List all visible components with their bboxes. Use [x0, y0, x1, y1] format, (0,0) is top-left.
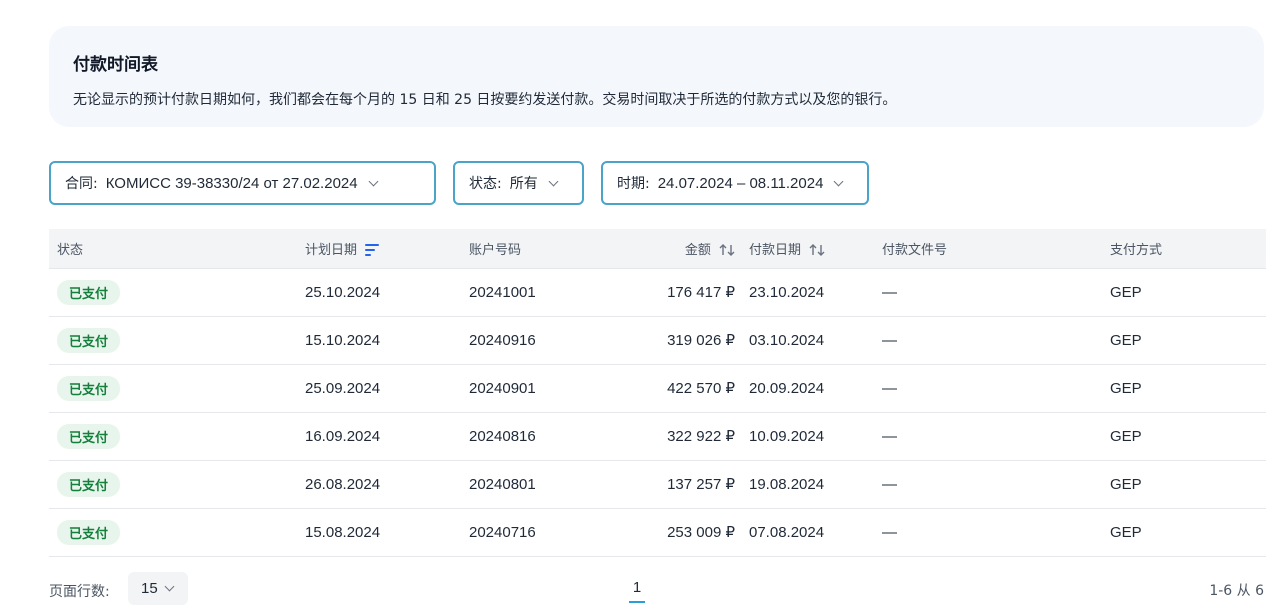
contract-filter-value: КОМИСС 39-38330/24 от 27.02.2024: [105, 174, 358, 192]
status-badge: 已支付: [57, 471, 121, 497]
doc-number-cell: —: [882, 316, 1110, 365]
table-row: 已支付 25.09.2024 20240901 422 570 ₽20.09.2024…: [49, 364, 1266, 413]
account-cell: 20240901: [469, 364, 609, 413]
chevron-down-icon: [833, 176, 844, 186]
period-filter-label: 时期:: [617, 176, 650, 192]
table-row: 已支付 15.08.2024 20240716 253 009 ₽07.08.2024…: [49, 508, 1266, 557]
method-cell: GEP: [1110, 316, 1266, 365]
status-badge: 已支付: [57, 327, 121, 353]
info-text: 无论显示的预计付款日期如何，我们都会在每个月的 15 日和 25 日按要约发送付…: [73, 92, 897, 108]
sort-active-icon[interactable]: [365, 244, 380, 257]
plan-date-cell: 26.08.2024: [305, 460, 469, 509]
rows-per-page-label: 页面行数:: [49, 584, 110, 600]
status-filter-label: 状态:: [469, 176, 502, 192]
table-row: 已支付 15.10.2024 20240916 319 026 ₽03.10.2024…: [49, 316, 1266, 365]
plan-date-cell: 25.10.2024: [305, 268, 469, 317]
status-cell: 已支付: [49, 316, 305, 365]
amount-cell: 137 257 ₽: [609, 460, 749, 509]
amount-cell: 253 009 ₽: [609, 508, 749, 557]
chevron-down-icon: [164, 581, 175, 592]
header-method: 支付方式: [1110, 229, 1266, 269]
table-row: 已支付 25.10.2024 20241001 176 417 ₽23.10.2024…: [49, 268, 1266, 317]
status-cell: 已支付: [49, 508, 305, 557]
method-cell: GEP: [1110, 508, 1266, 557]
pagination-page-1[interactable]: 1: [629, 579, 645, 603]
period-filter-value: 24.07.2024 – 08.11.2024: [657, 174, 824, 192]
amount-cell: 322 922 ₽: [609, 412, 749, 461]
payment-schedule-info: 付款时间表 无论显示的预计付款日期如何，我们都会在每个月的 15 日和 25 日…: [49, 26, 1264, 127]
header-status: 状态: [49, 229, 305, 269]
status-cell: 已支付: [49, 412, 305, 461]
status-badge: 已支付: [57, 375, 121, 401]
contract-filter[interactable]: 合同: КОМИСС 39-38330/24 от 27.02.2024: [49, 161, 436, 205]
status-cell: 已支付: [49, 460, 305, 509]
doc-number-cell: —: [882, 364, 1110, 413]
status-filter-value: 所有: [509, 176, 538, 192]
method-cell: GEP: [1110, 412, 1266, 461]
doc-number-cell: —: [882, 268, 1110, 317]
period-filter[interactable]: 时期: 24.07.2024 – 08.11.2024: [601, 161, 869, 205]
table-row: 已支付 16.09.2024 20240816 322 922 ₽10.09.2024…: [49, 412, 1266, 461]
rows-per-page-select[interactable]: 15: [128, 572, 188, 605]
chevron-down-icon: [368, 176, 379, 186]
method-cell: GEP: [1110, 364, 1266, 413]
payments-table: 状态 计划日期 账户号码 金额 付款日期 付款文件号 支付方式 已支付 25.1…: [49, 229, 1266, 557]
pay-date-cell: 23.10.2024: [749, 268, 882, 317]
plan-date-cell: 16.09.2024: [305, 412, 469, 461]
plan-date-cell: 15.08.2024: [305, 508, 469, 557]
plan-date-cell: 15.10.2024: [305, 316, 469, 365]
pay-date-cell: 07.08.2024: [749, 508, 882, 557]
pagination-range: 1-6 从 6: [1209, 583, 1264, 599]
contract-filter-label: 合同:: [65, 176, 98, 192]
table-header-row: 状态 计划日期 账户号码 金额 付款日期 付款文件号 支付方式: [49, 229, 1266, 269]
rows-per-page-value: 15: [141, 580, 158, 597]
status-badge: 已支付: [57, 519, 121, 545]
header-amount-label: 金额: [684, 242, 711, 258]
pay-date-cell: 10.09.2024: [749, 412, 882, 461]
method-cell: GEP: [1110, 268, 1266, 317]
doc-number-cell: —: [882, 412, 1110, 461]
plan-date-cell: 25.09.2024: [305, 364, 469, 413]
amount-cell: 422 570 ₽: [609, 364, 749, 413]
header-plan-date-label: 计划日期: [305, 242, 358, 258]
account-cell: 20240916: [469, 316, 609, 365]
header-plan-date[interactable]: 计划日期: [305, 229, 469, 269]
header-doc-number: 付款文件号: [882, 229, 1110, 269]
pay-date-cell: 03.10.2024: [749, 316, 882, 365]
doc-number-cell: —: [882, 508, 1110, 557]
chevron-down-icon: [548, 176, 559, 186]
status-badge: 已支付: [57, 279, 121, 305]
header-pay-date-label: 付款日期: [749, 242, 802, 258]
status-cell: 已支付: [49, 364, 305, 413]
status-cell: 已支付: [49, 268, 305, 317]
account-cell: 20240816: [469, 412, 609, 461]
status-filter[interactable]: 状态: 所有: [453, 161, 584, 205]
pay-date-cell: 19.08.2024: [749, 460, 882, 509]
filters-bar: 合同: КОМИСС 39-38330/24 от 27.02.2024 状态:…: [49, 161, 886, 205]
pay-date-cell: 20.09.2024: [749, 364, 882, 413]
table-footer: 页面行数: 15 1 1-6 从 6: [49, 572, 1264, 606]
header-account: 账户号码: [469, 229, 609, 269]
status-badge: 已支付: [57, 423, 121, 449]
account-cell: 20240716: [469, 508, 609, 557]
header-pay-date[interactable]: 付款日期: [749, 229, 882, 269]
header-amount[interactable]: 金额: [609, 229, 749, 269]
info-title: 付款时间表: [73, 55, 158, 75]
table-row: 已支付 26.08.2024 20240801 137 257 ₽19.08.2024…: [49, 460, 1266, 509]
method-cell: GEP: [1110, 460, 1266, 509]
doc-number-cell: —: [882, 460, 1110, 509]
account-cell: 20241001: [469, 268, 609, 317]
sort-icon[interactable]: [809, 244, 825, 257]
amount-cell: 176 417 ₽: [609, 268, 749, 317]
sort-icon[interactable]: [719, 244, 735, 257]
account-cell: 20240801: [469, 460, 609, 509]
amount-cell: 319 026 ₽: [609, 316, 749, 365]
